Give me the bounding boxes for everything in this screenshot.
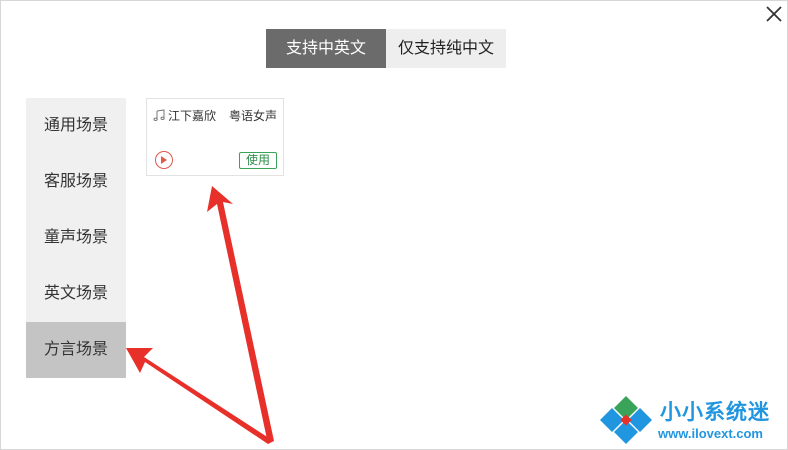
sidebar-item-general[interactable]: 通用场景 (26, 98, 126, 154)
voice-card[interactable]: 江下嘉欣 粤语女声 使用 (146, 98, 284, 176)
music-note-icon (153, 109, 166, 122)
close-icon[interactable] (764, 4, 784, 24)
tab-chinese-only[interactable]: 仅支持纯中文 (386, 29, 506, 68)
scene-sidebar: 通用场景 客服场景 童声场景 英文场景 方言场景 (26, 98, 126, 378)
watermark-title: 小小系统迷 (660, 401, 770, 424)
watermark-logo-icon (600, 396, 652, 444)
sidebar-item-dialect[interactable]: 方言场景 (26, 322, 126, 378)
voice-type: 粤语女声 (228, 109, 277, 123)
play-icon[interactable] (155, 151, 173, 169)
tab-chinese-english[interactable]: 支持中英文 (266, 29, 386, 68)
sidebar-item-english[interactable]: 英文场景 (26, 266, 126, 322)
language-tabs: 支持中英文 仅支持纯中文 (266, 29, 506, 68)
sidebar-item-child-voice[interactable]: 童声场景 (26, 210, 126, 266)
sidebar-item-customer-service[interactable]: 客服场景 (26, 154, 126, 210)
watermark-url: www.ilovext.com (658, 426, 763, 441)
voice-name: 江下嘉欣 (168, 109, 217, 123)
use-button[interactable]: 使用 (239, 152, 277, 169)
watermark: 小小系统迷 www.ilovext.com (598, 392, 784, 446)
